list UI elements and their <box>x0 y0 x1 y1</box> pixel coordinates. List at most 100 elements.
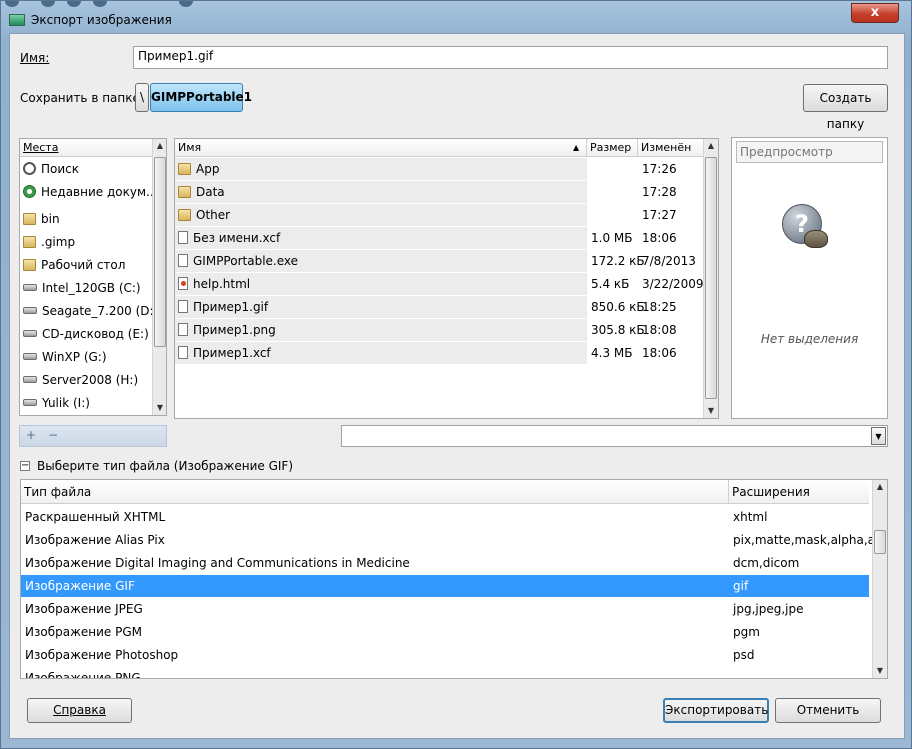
file-size: 305.8 кБ <box>591 323 645 337</box>
filetype-row[interactable]: Изображение PGM pgm <box>21 621 869 643</box>
column-header-name[interactable]: Имя ▲ <box>175 139 587 157</box>
path-toggle-button[interactable]: \ <box>135 83 149 112</box>
column-header-modified[interactable]: Изменён <box>638 139 704 157</box>
file-row[interactable]: Other 17:27 <box>175 204 703 226</box>
file-modified: 7/8/2013 <box>642 254 696 268</box>
file-size: 4.3 МБ <box>591 346 633 360</box>
preview-header: Предпросмотр <box>736 141 883 163</box>
scroll-up-arrow[interactable]: ▲ <box>873 480 887 494</box>
export-button[interactable]: Экспортировать <box>663 698 769 723</box>
filetype-expander-label[interactable]: Выберите тип файла (Изображение GIF) <box>37 459 293 473</box>
scrollbar-thumb[interactable] <box>874 530 886 554</box>
sidebar-item[interactable]: Рабочий стол <box>20 254 150 276</box>
file-row[interactable]: Без имени.xcf 1.0 МБ 18:06 <box>175 227 703 249</box>
file-row[interactable]: Пример1.png 305.8 кБ 18:08 <box>175 319 703 341</box>
create-folder-button[interactable]: Создать папку <box>803 84 888 131</box>
sidebar-item-label: Seagate_7.200 (D:) <box>42 304 159 318</box>
sidebar-item-label: WinXP (G:) <box>42 350 107 364</box>
scroll-down-arrow[interactable]: ▼ <box>153 401 166 415</box>
remove-bookmark-button[interactable]: − <box>48 428 58 442</box>
scrollbar-thumb[interactable] <box>705 157 717 399</box>
folder-icon <box>178 208 191 221</box>
name-label: Имя: <box>20 51 49 65</box>
column-header-filetype[interactable]: Тип файла <box>21 480 729 504</box>
save-in-label: Сохранить в папке <box>20 91 140 105</box>
sidebar-item[interactable]: Seagate_7.200 (D:) <box>20 300 158 322</box>
filetype-row[interactable]: Изображение Photoshop psd <box>21 644 869 666</box>
filter-select[interactable] <box>341 425 888 447</box>
document-icon <box>178 231 188 244</box>
filetype-row[interactable]: Раскрашенный XHTML xhtml <box>21 506 869 528</box>
file-name-cell: App <box>175 158 587 180</box>
filetype-row[interactable]: Изображение Digital Imaging and Communic… <box>21 552 869 574</box>
sidebar-item[interactable]: Server2008 (H:) <box>20 369 150 391</box>
file-name-cell: Пример1.png <box>175 319 587 341</box>
filetype-row[interactable]: Изображение JPEG jpg,jpeg,jpe <box>21 598 869 620</box>
scroll-up-arrow[interactable]: ▲ <box>153 139 166 153</box>
filename-input[interactable]: Пример1.gif <box>133 46 888 69</box>
document-icon <box>178 346 188 359</box>
file-name-cell: Пример1.xcf <box>175 342 587 364</box>
filetype-scrollbar[interactable]: ▲ ▼ <box>872 480 887 678</box>
gimp-window-icon <box>9 14 25 26</box>
scroll-down-arrow[interactable]: ▼ <box>873 664 887 678</box>
filetype-table: Тип файла Расширения Раскрашенный XHTML x… <box>20 479 888 679</box>
file-row[interactable]: App 17:26 <box>175 158 703 180</box>
cancel-button[interactable]: Отменить <box>775 698 881 723</box>
places-scrollbar[interactable]: ▲ ▼ <box>152 139 166 415</box>
chevron-down-icon[interactable]: ▼ <box>871 427 886 445</box>
sidebar-item[interactable]: Недавние докум... <box>20 181 157 203</box>
html-icon <box>178 277 188 290</box>
file-modified: 18:25 <box>642 300 677 314</box>
column-header-size[interactable]: Размер <box>587 139 638 157</box>
export-button-label: Экспортировать <box>665 703 769 717</box>
file-row[interactable]: GIMPPortable.exe 172.2 кБ 7/8/2013 <box>175 250 703 272</box>
sidebar-item-label: CD-дисковод (E:) <box>42 327 149 341</box>
filetype-extensions: xhtml <box>733 510 768 524</box>
file-name-cell: Other <box>175 204 587 226</box>
files-scrollbar[interactable]: ▲ ▼ <box>703 139 718 418</box>
sidebar-item[interactable]: Intel_120GB (C:) <box>20 277 150 299</box>
help-button[interactable]: Справка <box>27 698 132 723</box>
scroll-up-arrow[interactable]: ▲ <box>704 139 718 153</box>
question-icon: ? <box>782 204 832 252</box>
sidebar-item[interactable]: CD-дисковод (E:) <box>20 323 150 345</box>
filetype-row[interactable]: Изображение GIF gif <box>21 575 869 597</box>
folder-icon <box>23 235 36 248</box>
filetype-extensions: psd <box>733 648 755 662</box>
column-header-name-text: Имя <box>178 141 202 154</box>
filetype-name: Изображение Photoshop <box>25 648 179 662</box>
file-name: App <box>196 162 220 176</box>
file-row[interactable]: Data 17:28 <box>175 181 703 203</box>
file-name-cell: Без имени.xcf <box>175 227 587 249</box>
close-button[interactable]: x <box>851 3 899 23</box>
places-header[interactable]: Места <box>20 139 152 157</box>
file-name-cell: help.html <box>175 273 587 295</box>
file-modified: 17:27 <box>642 208 677 222</box>
filetype-row[interactable]: Изображение Alias Pix pix,matte,mask,alph… <box>21 529 885 551</box>
scroll-down-arrow[interactable]: ▼ <box>704 404 718 418</box>
drive-icon <box>23 307 37 314</box>
sidebar-item[interactable]: Поиск <box>20 158 150 180</box>
file-row[interactable]: help.html 5.4 кБ 3/22/2009 <box>175 273 704 295</box>
file-modified: 18:08 <box>642 323 677 337</box>
collapse-icon[interactable]: − <box>20 461 30 471</box>
sidebar-item[interactable]: .gimp <box>20 231 150 253</box>
recent-icon <box>23 185 36 198</box>
file-row[interactable]: Пример1.xcf 4.3 МБ 18:06 <box>175 342 703 364</box>
file-name: Пример1.png <box>193 323 276 337</box>
file-name-cell: Пример1.gif <box>175 296 587 318</box>
files-pane: Имя ▲ Размер Изменён App 17:26 Data 17:28 Ot… <box>174 138 719 419</box>
sidebar-item[interactable]: WinXP (G:) <box>20 346 150 368</box>
sidebar-item[interactable]: Yulik (I:) <box>20 392 150 414</box>
filetype-row[interactable]: Изображение PNG <box>21 667 869 679</box>
column-header-extensions[interactable]: Расширения <box>729 480 869 504</box>
sidebar-item[interactable]: bin <box>20 208 150 230</box>
path-button-gimpportable1[interactable]: GIMPPortable1 <box>150 83 252 112</box>
document-icon <box>178 254 188 267</box>
scrollbar-thumb[interactable] <box>154 157 166 347</box>
file-row[interactable]: Пример1.gif 850.6 кБ 18:25 <box>175 296 703 318</box>
add-bookmark-button[interactable]: + <box>26 428 36 442</box>
filetype-name: Изображение PNG <box>25 671 141 679</box>
file-size: 172.2 кБ <box>591 254 645 268</box>
